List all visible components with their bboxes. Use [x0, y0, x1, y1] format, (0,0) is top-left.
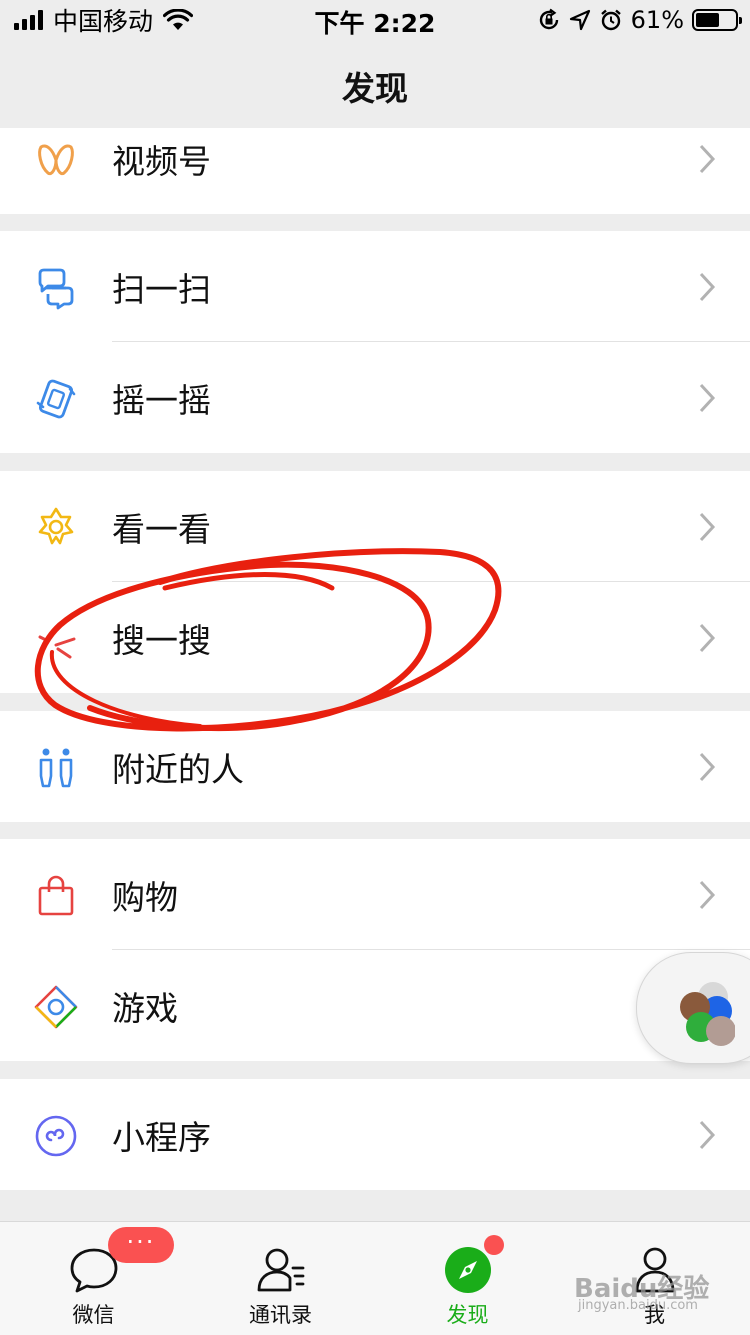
unread-badge: ···	[108, 1227, 174, 1263]
floating-apps-icon	[680, 982, 735, 1046]
tab-chats[interactable]: 微信 ···	[0, 1222, 187, 1335]
list-item-scan[interactable]: 扫一扫	[0, 231, 750, 342]
navigation-bar: 发现	[0, 40, 750, 128]
chevron-right-icon	[699, 272, 716, 302]
chevron-right-icon	[699, 512, 716, 542]
battery-percentage: 61%	[630, 6, 684, 34]
rotation-lock-icon	[539, 8, 558, 30]
chevron-right-icon	[699, 144, 716, 174]
shake-icon	[36, 379, 76, 419]
tab-label: 通讯录	[249, 1303, 312, 1327]
chevron-right-icon	[699, 752, 716, 782]
chevron-right-icon	[699, 623, 716, 653]
status-bar: 中国移动 下午 2:22 61%	[0, 0, 750, 40]
tab-label: 微信	[72, 1303, 115, 1327]
list-item-search[interactable]: 搜一搜	[0, 582, 750, 693]
shopping-bag-icon	[38, 875, 74, 916]
list-item-label: 附近的人	[112, 750, 244, 789]
list-item-label: 搜一搜	[112, 621, 211, 660]
tab-discover[interactable]: 发现	[374, 1222, 561, 1335]
games-icon	[34, 985, 78, 1029]
section-scan-shake: 扫一扫 摇一摇	[0, 231, 750, 453]
list-item-label: 游戏	[112, 989, 178, 1028]
chevron-right-icon	[699, 880, 716, 910]
location-icon	[569, 9, 590, 31]
section-shopping-games: 购物 游戏	[0, 839, 750, 1061]
list-item-top-stories[interactable]: 看一看	[0, 471, 750, 582]
battery-icon	[692, 9, 742, 31]
contacts-icon	[257, 1248, 304, 1292]
top-stories-icon	[38, 507, 74, 545]
scan-icon	[38, 268, 74, 310]
list-item-label: 摇一摇	[112, 381, 211, 420]
page-title: 发现	[342, 69, 408, 108]
list-item-mini-programs[interactable]: 小程序	[0, 1079, 750, 1190]
channels-icon	[38, 144, 74, 176]
search-icon	[38, 635, 76, 659]
chevron-right-icon	[699, 1120, 716, 1150]
list-item-shake[interactable]: 摇一摇	[0, 342, 750, 453]
tab-contacts[interactable]: 通讯录	[187, 1222, 374, 1335]
section-mini-programs: 小程序	[0, 1079, 750, 1190]
mini-program-icon	[35, 1115, 77, 1157]
tab-label: 发现	[446, 1303, 489, 1327]
list-item-label: 扫一扫	[112, 270, 211, 309]
list-item-label: 视频号	[112, 142, 211, 181]
section-look-search: 看一看 搜一搜	[0, 471, 750, 693]
floating-window-bubble[interactable]	[636, 952, 750, 1064]
list-item-label: 小程序	[112, 1118, 211, 1157]
section-nearby: 附近的人	[0, 711, 750, 822]
list-item-label: 看一看	[112, 510, 211, 549]
section-channels: 视频号	[0, 128, 750, 214]
list-item-channels[interactable]: 视频号	[0, 128, 750, 214]
people-nearby-icon	[39, 748, 73, 788]
new-content-dot	[484, 1235, 504, 1255]
alarm-icon	[600, 9, 621, 31]
list-item-shopping[interactable]: 购物	[0, 839, 750, 950]
list-item-label: 购物	[112, 878, 178, 917]
chevron-right-icon	[699, 383, 716, 413]
list-item-people-nearby[interactable]: 附近的人	[0, 711, 750, 822]
baidu-watermark-url: jingyan.baidu.com	[578, 1298, 698, 1313]
